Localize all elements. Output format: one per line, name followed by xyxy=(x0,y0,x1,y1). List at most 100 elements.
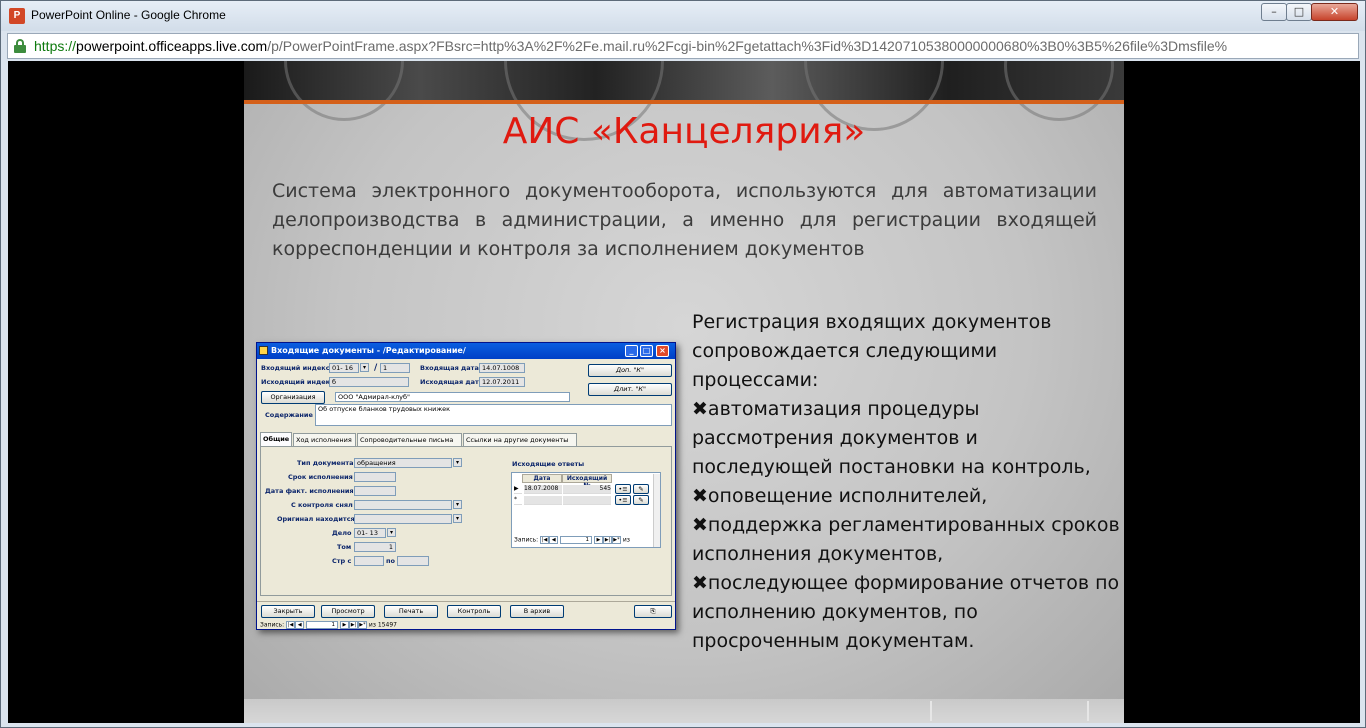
new-row-icon: * xyxy=(514,496,522,505)
grid-nav-label: Запись: xyxy=(514,536,539,544)
footer-divider xyxy=(930,701,932,721)
app-title: Входящие документы - /Редактирование/ xyxy=(271,346,466,355)
out-date-field: 12.07.2011 xyxy=(479,377,525,387)
process-item-text: поддержка регламентированных сроков испо… xyxy=(692,514,1120,565)
cross-bullet-icon: ✖ xyxy=(692,514,708,536)
app-exit-icon: ⎘ xyxy=(634,605,672,618)
doc-type-field: обращения xyxy=(354,458,452,468)
responses-grid: Дата Исходящий № ▶ 18.07.2008 545 •≡ ✎ *… xyxy=(511,472,661,548)
app-view-button: Просмотр xyxy=(321,605,375,618)
out-index-field: б xyxy=(329,377,409,387)
tab-execution: Ход исполнения xyxy=(293,433,356,447)
app-minimize-icon: _ xyxy=(625,345,638,357)
response-edit-icon: ✎ xyxy=(633,484,649,494)
cross-bullet-icon: ✖ xyxy=(692,398,708,420)
volume-label: Том xyxy=(337,543,352,551)
app-close-icon: × xyxy=(656,345,669,357)
process-item-text: оповещение исполнителей, xyxy=(707,485,988,507)
minimize-button[interactable]: – xyxy=(1261,3,1287,21)
record-new-icon: ▶* xyxy=(357,621,367,629)
grid-nav-of: из xyxy=(622,536,630,544)
in-index-number: 1 xyxy=(380,363,410,373)
original-location-field xyxy=(354,514,452,524)
content-field: Об отпуске бланков трудовых книжек xyxy=(315,404,672,426)
actual-date-label: Дата факт. исполнения xyxy=(265,487,354,495)
dlit-k-button: Длит. "К" xyxy=(588,383,672,396)
grid-record-nav: Запись: |◀ ◀ 1 ▶ ▶| ▶* из xyxy=(514,536,630,544)
app-control-button: Контроль xyxy=(447,605,501,618)
organization-field: ООО "Адмирал-клуб" xyxy=(335,392,570,402)
grid-scrollbar xyxy=(653,474,660,547)
col-number-header: Исходящий № xyxy=(562,474,612,489)
in-index-field: 01- 16 xyxy=(329,363,359,373)
response-open-icon: •≡ xyxy=(615,495,631,505)
pages-to-field xyxy=(397,556,429,566)
tab-general: Общие xyxy=(260,432,292,447)
cross-bullet-icon: ✖ xyxy=(692,485,708,507)
grid-new-icon: ▶* xyxy=(611,536,621,544)
lock-icon xyxy=(14,39,26,53)
grid-last-icon: ▶| xyxy=(602,536,612,544)
in-date-label: Входящая дата xyxy=(420,364,479,372)
record-field: 1 xyxy=(306,621,339,629)
record-total: 15497 xyxy=(377,621,397,629)
title-bar[interactable]: P PowerPoint Online - Google Chrome – □ … xyxy=(1,1,1365,31)
grid-first-icon: |◀ xyxy=(540,536,550,544)
in-index-label: Входящий индекс xyxy=(261,364,330,372)
cross-bullet-icon: ✖ xyxy=(692,572,708,594)
volume-field: 1 xyxy=(354,542,396,552)
app-maximize-icon: □ xyxy=(640,345,653,357)
case-field: 01- 13 xyxy=(354,528,386,538)
pages-from-label: Стр с xyxy=(332,557,352,565)
record-nav-label: Запись: xyxy=(260,621,285,629)
dropdown-arrow-icon: ▾ xyxy=(387,528,396,537)
content-label: Содержание xyxy=(265,411,313,419)
embedded-app-screenshot: Входящие документы - /Редактирование/ _ … xyxy=(256,342,676,630)
process-item: ✖поддержка регламентированных сроков исп… xyxy=(692,511,1122,569)
case-label: Дело xyxy=(332,529,352,537)
app-window-icon xyxy=(259,346,268,355)
dropdown-arrow-icon: ▾ xyxy=(360,363,369,372)
url-text[interactable]: https://powerpoint.officeapps.live.com/p… xyxy=(34,38,1354,54)
app-archive-button: В архив xyxy=(510,605,564,618)
organization-button: Организация xyxy=(261,391,325,404)
removed-from-control-field xyxy=(354,500,452,510)
app-title-bar: Входящие документы - /Редактирование/ _ … xyxy=(257,343,675,359)
slide-title: АИС «Канцелярия» xyxy=(502,111,866,152)
page-viewport: АИС «Канцелярия» Система электронного до… xyxy=(8,61,1360,723)
slide-banner-image xyxy=(244,61,1124,141)
process-item-text: автоматизация процедуры рассмотрения док… xyxy=(692,398,1091,478)
url-path: /p/PowerPointFrame.aspx?FBsrc=http%3A%2F… xyxy=(267,38,1228,54)
original-location-label: Оригинал находится xyxy=(277,515,355,523)
record-nav-of: из xyxy=(368,621,376,629)
dropdown-arrow-icon: ▾ xyxy=(453,458,462,467)
grid-next-icon: ▶ xyxy=(593,536,603,544)
record-prev-icon: ◀ xyxy=(295,621,305,629)
new-response-number xyxy=(563,496,611,505)
grid-record-field: 1 xyxy=(560,536,593,544)
slide: АИС «Канцелярия» Система электронного до… xyxy=(244,61,1124,723)
in-index-slash: / xyxy=(374,363,378,373)
pages-from-field xyxy=(354,556,384,566)
out-date-label: Исходящая дата xyxy=(420,378,484,386)
slide-footer xyxy=(244,699,1124,723)
browser-window: P PowerPoint Online - Google Chrome – □ … xyxy=(0,0,1366,728)
app-close-button: Закрыть xyxy=(261,605,315,618)
deadline-label: Срок исполнения xyxy=(288,473,353,481)
response-edit-icon: ✎ xyxy=(633,495,649,505)
close-button[interactable]: ✕ xyxy=(1311,3,1358,21)
url-scheme: https:// xyxy=(34,38,77,54)
actual-date-field xyxy=(354,486,396,496)
app-print-button: Печать xyxy=(384,605,438,618)
col-date-header: Дата xyxy=(522,474,562,483)
address-bar[interactable]: https://powerpoint.officeapps.live.com/p… xyxy=(7,33,1359,59)
window-title: PowerPoint Online - Google Chrome xyxy=(31,8,226,22)
record-last-icon: ▶| xyxy=(348,621,358,629)
tab-cover-letters: Сопроводительные письма xyxy=(357,433,462,447)
record-next-icon: ▶ xyxy=(339,621,349,629)
slide-process-list: Регистрация входящих документов сопровож… xyxy=(692,308,1122,656)
record-first-icon: |◀ xyxy=(286,621,296,629)
maximize-button[interactable]: □ xyxy=(1286,3,1312,21)
new-response-date xyxy=(524,496,562,505)
row-selector-icon: ▶ xyxy=(514,485,522,494)
